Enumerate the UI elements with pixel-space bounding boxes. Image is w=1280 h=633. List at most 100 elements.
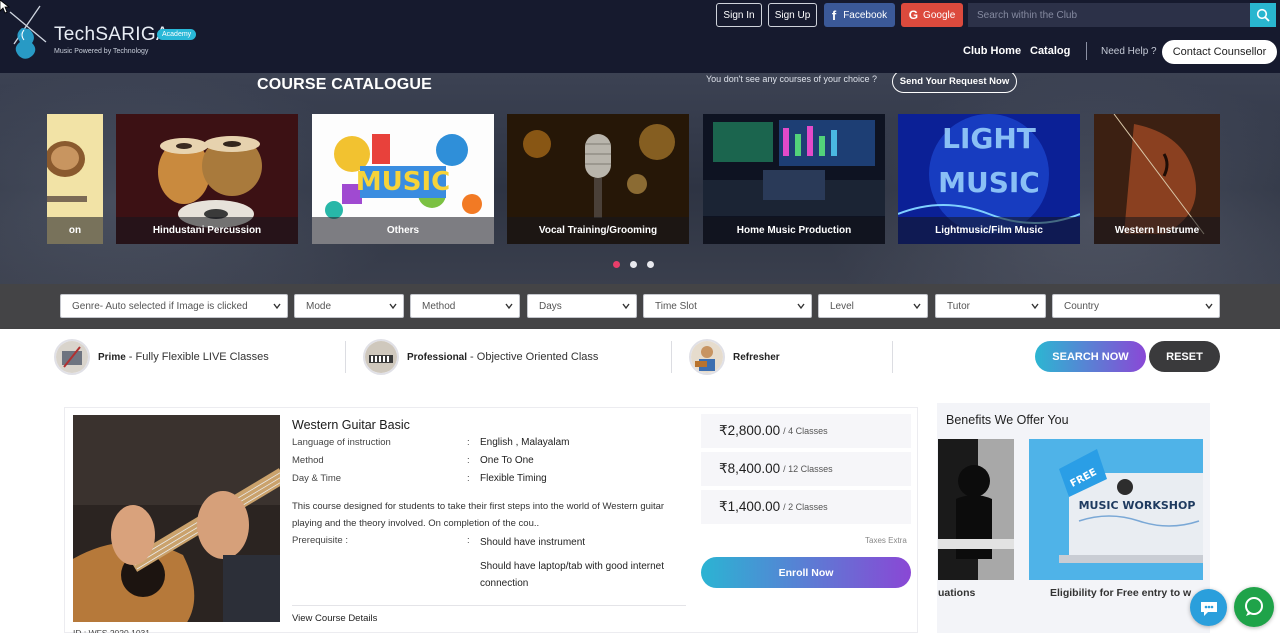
refresher-name: Refresher xyxy=(733,351,780,363)
genre-tile-caption: on xyxy=(47,217,103,244)
genre-select[interactable]: Genre- Auto selected if Image is clicked xyxy=(60,294,288,318)
nav-club-home[interactable]: Club Home xyxy=(963,45,1021,57)
refresher-avatar xyxy=(689,339,725,375)
google-label: Google xyxy=(923,9,956,21)
class-types-bar: Prime - Fully Flexible LIVE Classes Prof… xyxy=(0,329,1280,383)
mode-select-value: Mode xyxy=(306,300,332,312)
benefit-caption: uations xyxy=(938,587,976,599)
need-help-text: Need Help ? xyxy=(1101,46,1157,57)
course-id: ID : WFS 2020 1031 xyxy=(73,628,151,633)
prime-desc-text: Fully Flexible LIVE Classes xyxy=(135,351,269,363)
colon: : xyxy=(467,535,470,546)
method-select[interactable]: Method xyxy=(410,294,520,318)
carousel-dots xyxy=(613,261,654,268)
guitar-photo xyxy=(73,415,280,622)
sign-in-label: Sign In xyxy=(723,9,755,21)
course-description: This course designed for students to tak… xyxy=(292,501,665,529)
google-login-button[interactable]: G Google xyxy=(901,3,963,27)
time-slot-select[interactable]: Time Slot xyxy=(643,294,812,318)
catalogue-note: You don't see any courses of your choice… xyxy=(706,74,877,84)
day-time-value: Flexible Timing xyxy=(480,473,547,484)
reset-label: RESET xyxy=(1166,350,1203,363)
benefit-slide-free-workshop[interactable]: MUSIC WORKSHOP FREE xyxy=(1029,439,1203,580)
prerequisite-1: Should have instrument xyxy=(480,537,586,548)
prime-avatar xyxy=(54,339,90,375)
search-now-label: SEARCH NOW xyxy=(1052,350,1129,363)
live-chat-button[interactable] xyxy=(1190,589,1227,626)
course-card: Western Guitar Basic Language of instruc… xyxy=(64,407,918,633)
search-button[interactable] xyxy=(1250,3,1276,27)
language-value: English , Malayalam xyxy=(480,437,570,448)
genre-tile-western-instruments[interactable]: Western Instrume xyxy=(1094,114,1220,244)
chevron-down-icon xyxy=(389,303,397,310)
sign-up-button[interactable]: Sign Up xyxy=(768,3,817,27)
carousel-dot[interactable] xyxy=(647,261,654,268)
genre-tile-lightmusic[interactable]: LIGHT MUSIC Lightmusic/Film Music xyxy=(898,114,1080,244)
logo-name: TechSARIGA xyxy=(54,24,169,45)
genre-tile-partial[interactable]: on xyxy=(47,114,103,244)
country-select[interactable]: Country xyxy=(1052,294,1220,318)
course-title[interactable]: Western Guitar Basic xyxy=(292,418,410,432)
class-type-professional[interactable]: Professional - Objective Oriented Class xyxy=(363,339,598,375)
days-select-value: Days xyxy=(539,300,562,312)
genre-tile-others[interactable]: MUSIC Others xyxy=(312,114,494,244)
prerequisite-2: Should have laptop/tab with good interne… xyxy=(480,561,665,589)
colon: : xyxy=(467,437,470,448)
class-type-prime[interactable]: Prime - Fully Flexible LIVE Classes xyxy=(54,339,269,375)
genre-carousel: on Hindustani Percussion MUSIC Others Vo… xyxy=(47,114,1220,244)
genre-tile-vocal-training[interactable]: Vocal Training/Grooming xyxy=(507,114,689,244)
contact-counsellor-button[interactable]: Contact Counsellor xyxy=(1162,40,1277,64)
pianist-image xyxy=(938,439,1014,580)
enroll-now-button[interactable]: Enroll Now xyxy=(701,557,911,588)
price-amount: ₹1,400.00 xyxy=(719,499,781,514)
benefit-slide-partial[interactable] xyxy=(938,439,1014,580)
day-time-label: Day & Time xyxy=(292,473,342,484)
chevron-down-icon xyxy=(1031,303,1039,310)
mode-select[interactable]: Mode xyxy=(294,294,404,318)
facebook-login-button[interactable]: f Facebook xyxy=(824,3,895,27)
google-icon: G xyxy=(908,8,919,22)
language-label: Language of instruction xyxy=(292,437,391,448)
search-now-button[interactable]: SEARCH NOW xyxy=(1035,341,1146,372)
genre-tile-home-music-production[interactable]: Home Music Production xyxy=(703,114,885,244)
tutor-select[interactable]: Tutor xyxy=(935,294,1046,318)
price-option[interactable]: ₹1,400.00 / 2 Classes xyxy=(701,490,911,524)
svg-text:MUSIC: MUSIC xyxy=(938,166,1040,199)
view-course-details-link[interactable]: View Course Details xyxy=(292,613,377,624)
carousel-dot[interactable] xyxy=(630,261,637,268)
chevron-down-icon xyxy=(797,303,805,310)
genre-tile-hindustani-percussion[interactable]: Hindustani Percussion xyxy=(116,114,298,244)
genre-tile-caption: Others xyxy=(312,217,494,244)
days-select[interactable]: Days xyxy=(527,294,637,318)
class-type-divider xyxy=(345,341,346,373)
price-option[interactable]: ₹2,800.00 / 4 Classes xyxy=(701,414,911,448)
search-input[interactable] xyxy=(968,3,1250,27)
carousel-dot[interactable] xyxy=(613,261,620,268)
price-option[interactable]: ₹8,400.00 / 12 Classes xyxy=(701,452,911,486)
contact-counsellor-label: Contact Counsellor xyxy=(1172,46,1267,58)
genre-tile-caption: Lightmusic/Film Music xyxy=(898,217,1080,244)
club-search xyxy=(968,3,1276,27)
facebook-label: Facebook xyxy=(843,9,888,21)
benefits-title: Benefits We Offer You xyxy=(946,413,1069,427)
chat-bubble-icon xyxy=(1200,601,1217,616)
method-value: One To One xyxy=(480,455,534,466)
price-amount: ₹2,800.00 xyxy=(719,423,781,438)
level-select-value: Level xyxy=(830,300,854,312)
genre-tile-caption: Vocal Training/Grooming xyxy=(507,217,689,244)
method-label: Method xyxy=(292,455,324,466)
chevron-down-icon xyxy=(1205,303,1213,310)
chevron-down-icon xyxy=(913,303,921,310)
free-workshop-image: MUSIC WORKSHOP FREE xyxy=(1029,439,1203,580)
search-icon xyxy=(1256,8,1270,22)
nav-catalog[interactable]: Catalog xyxy=(1030,45,1070,57)
level-select[interactable]: Level xyxy=(818,294,928,318)
whatsapp-chat-button[interactable] xyxy=(1234,587,1274,627)
sign-in-button[interactable]: Sign In xyxy=(716,3,762,27)
course-image[interactable] xyxy=(73,415,280,622)
reset-button[interactable]: RESET xyxy=(1149,341,1220,372)
logo[interactable]: TechSARIGA Academy Music Powered by Tech… xyxy=(4,4,204,64)
prime-desc: - Fully Flexible LIVE Classes xyxy=(128,351,269,363)
send-request-button[interactable]: Send Your Request Now xyxy=(892,73,1017,93)
class-type-refresher[interactable]: Refresher xyxy=(689,339,780,375)
